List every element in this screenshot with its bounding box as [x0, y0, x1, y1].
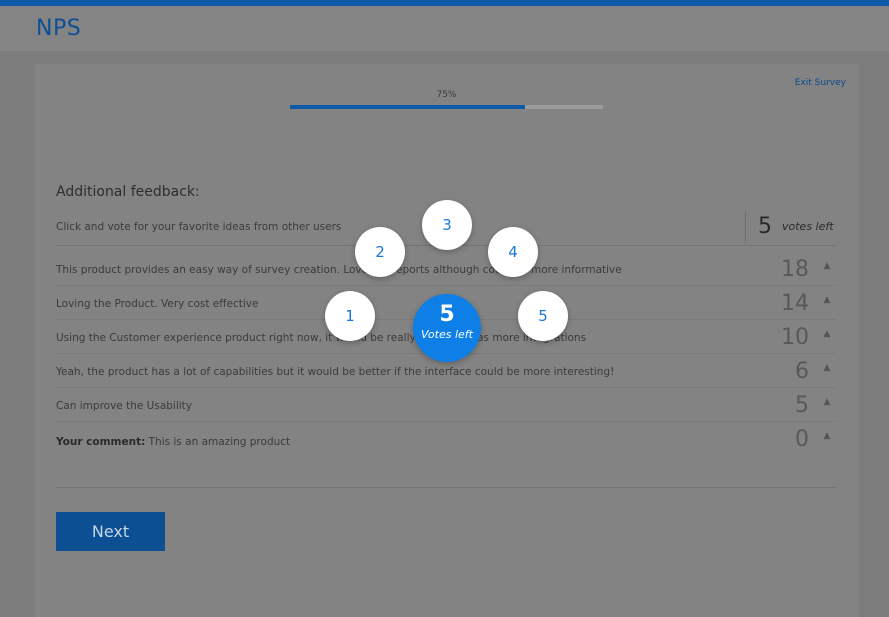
- idea-vote-count: 5: [795, 393, 809, 418]
- instruction-text: Click and vote for your favorite ideas f…: [56, 221, 342, 233]
- votes-left-bubble-label: Votes left: [421, 328, 473, 341]
- list-item: Can improve the Usability 5 ▲: [56, 388, 837, 422]
- your-comment-label: Your comment:: [56, 436, 146, 448]
- idea-text: This product provides an easy way of sur…: [56, 264, 622, 276]
- progress-bar: [290, 105, 603, 109]
- idea-text: Yeah, the product has a lot of capabilit…: [56, 366, 615, 378]
- page-title: NPS: [36, 16, 82, 41]
- idea-text: Using the Customer experience product ri…: [56, 332, 587, 344]
- your-comment-row: Your comment: This is an amazing product…: [56, 422, 837, 460]
- votes-left-label: votes left: [782, 220, 834, 233]
- vote-option-5[interactable]: 5: [518, 291, 568, 341]
- idea-text: Can improve the Usability: [56, 400, 192, 412]
- idea-vote-count: 14: [781, 291, 809, 316]
- idea-vote-count: 6: [795, 359, 809, 384]
- exit-survey-link[interactable]: Exit Survey: [795, 78, 846, 88]
- vote-option-1[interactable]: 1: [325, 291, 375, 341]
- divider: [56, 487, 837, 488]
- votes-left-counter: 5 votes left: [745, 211, 837, 243]
- next-button[interactable]: Next: [56, 512, 165, 551]
- vote-option-4[interactable]: 4: [488, 227, 538, 277]
- header: NPS: [0, 6, 889, 51]
- your-comment-text: This is an amazing product: [148, 436, 291, 448]
- section-title: Additional feedback:: [56, 184, 200, 200]
- votes-left-count: 5: [758, 214, 772, 239]
- idea-vote-count: 18: [781, 257, 809, 282]
- caret-up-icon[interactable]: ▲: [820, 329, 834, 343]
- idea-text: Loving the Product. Very cost effective: [56, 298, 259, 310]
- vote-option-2[interactable]: 2: [355, 227, 405, 277]
- votes-left-bubble-count: 5: [439, 302, 455, 327]
- idea-vote-count: 0: [795, 427, 809, 452]
- progress-label: 75%: [436, 90, 457, 100]
- vote-option-3[interactable]: 3: [422, 200, 472, 250]
- caret-up-icon[interactable]: ▲: [820, 295, 834, 309]
- caret-up-icon[interactable]: ▲: [820, 431, 834, 445]
- progress-bar-fill: [290, 105, 525, 109]
- caret-up-icon[interactable]: ▲: [820, 261, 834, 275]
- list-item: This product provides an easy way of sur…: [56, 252, 837, 286]
- caret-up-icon[interactable]: ▲: [820, 397, 834, 411]
- idea-vote-count: 10: [781, 325, 809, 350]
- caret-up-icon[interactable]: ▲: [820, 363, 834, 377]
- votes-left-bubble: 5 Votes left: [413, 294, 481, 362]
